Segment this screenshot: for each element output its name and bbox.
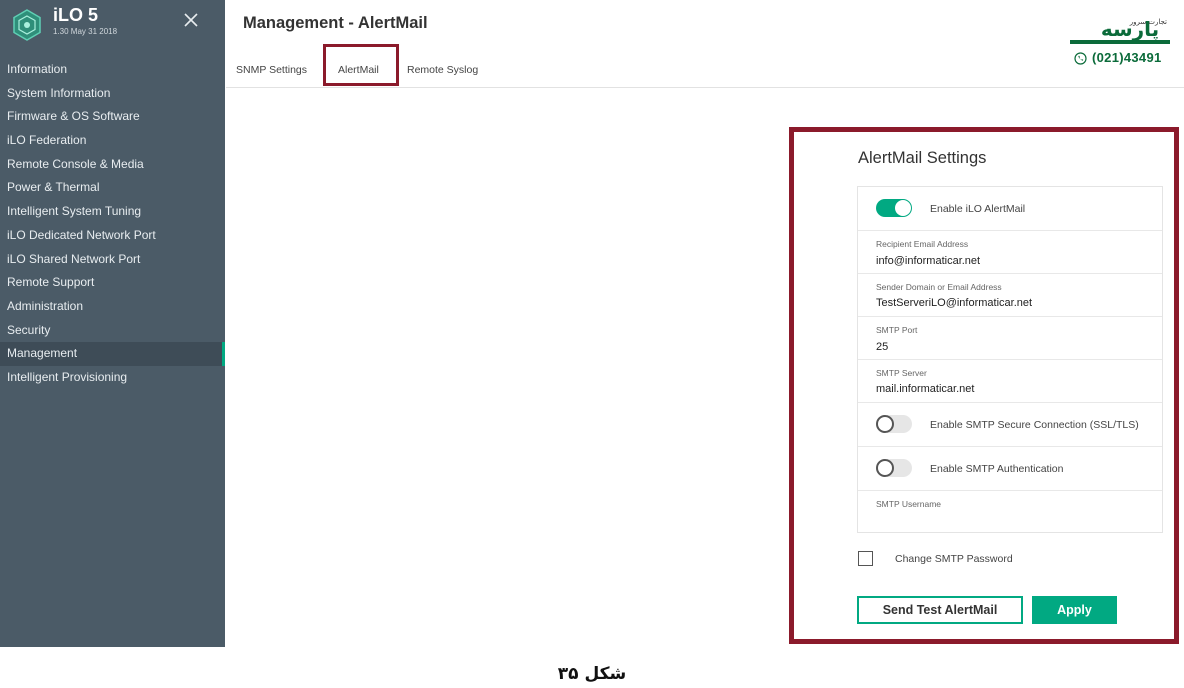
- recipient-email-field[interactable]: info@informaticar.net: [876, 255, 980, 267]
- enable-alertmail-toggle[interactable]: [876, 199, 912, 217]
- alertmail-settings-title: AlertMail Settings: [858, 149, 987, 167]
- smtp-port-field[interactable]: 25: [876, 341, 888, 353]
- sidebar-item-intelligent-system-tuning[interactable]: Intelligent System Tuning: [0, 200, 225, 224]
- smtp-username-field[interactable]: [876, 513, 1156, 527]
- divider: [858, 230, 1162, 231]
- divider: [858, 316, 1162, 317]
- recipient-email-label: Recipient Email Address: [876, 239, 969, 249]
- tab-remote-syslog[interactable]: Remote Syslog: [407, 64, 478, 76]
- sidebar-item-information[interactable]: Information: [0, 58, 225, 82]
- smtp-secure-connection-label: Enable SMTP Secure Connection (SSL/TLS): [930, 419, 1139, 431]
- sidebar-item-management[interactable]: Management: [0, 342, 225, 366]
- divider: [858, 273, 1162, 274]
- divider: [858, 490, 1162, 491]
- phone-icon: [1074, 52, 1087, 65]
- sender-domain-field[interactable]: TestServeriLO@informaticar.net: [876, 297, 1032, 309]
- sidebar-item-ilo-dedicated-network-port[interactable]: iLO Dedicated Network Port: [0, 224, 225, 248]
- tab-highlight-frame: [323, 44, 399, 86]
- close-icon[interactable]: [182, 11, 200, 29]
- parse-server-logo: پارسه تجارت سرور: [1070, 17, 1170, 44]
- divider: [858, 446, 1162, 447]
- ilo-logo-icon: [13, 9, 41, 41]
- smtp-authentication-toggle[interactable]: [876, 459, 912, 477]
- sidebar-item-system-information[interactable]: System Information: [0, 82, 225, 106]
- sidebar-item-administration[interactable]: Administration: [0, 295, 225, 319]
- smtp-server-label: SMTP Server: [876, 368, 927, 378]
- watermark-sub-text: تجارت سرور: [1129, 18, 1167, 26]
- sidebar-item-remote-support[interactable]: Remote Support: [0, 271, 225, 295]
- sidebar-item-ilo-shared-network-port[interactable]: iLO Shared Network Port: [0, 248, 225, 272]
- figure-caption: شکل ۳۵: [557, 664, 627, 684]
- send-test-alertmail-button[interactable]: Send Test AlertMail: [857, 596, 1023, 624]
- change-smtp-password-label: Change SMTP Password: [895, 553, 1013, 565]
- smtp-username-label: SMTP Username: [876, 499, 942, 509]
- sidebar: iLO 5 1.30 May 31 2018 Information Syste…: [0, 0, 225, 647]
- sidebar-item-firmware-os-software[interactable]: Firmware & OS Software: [0, 105, 225, 129]
- apply-button[interactable]: Apply: [1032, 596, 1117, 624]
- smtp-server-field[interactable]: mail.informaticar.net: [876, 383, 974, 395]
- sidebar-item-ilo-federation[interactable]: iLO Federation: [0, 129, 225, 153]
- enable-alertmail-label: Enable iLO AlertMail: [930, 203, 1026, 215]
- tab-snmp-settings[interactable]: SNMP Settings: [236, 64, 307, 76]
- sidebar-nav: Information System Information Firmware …: [0, 58, 225, 390]
- app-version: 1.30 May 31 2018: [53, 27, 118, 36]
- sidebar-item-intelligent-provisioning[interactable]: Intelligent Provisioning: [0, 366, 225, 390]
- sidebar-item-power-thermal[interactable]: Power & Thermal: [0, 176, 225, 200]
- sender-domain-label: Sender Domain or Email Address: [876, 282, 1002, 292]
- change-smtp-password-checkbox[interactable]: [858, 551, 873, 566]
- smtp-secure-connection-toggle[interactable]: [876, 415, 912, 433]
- sidebar-item-security[interactable]: Security: [0, 319, 225, 343]
- watermark-phone: (021)43491: [1092, 50, 1162, 65]
- app-name: iLO 5: [53, 5, 99, 25]
- smtp-port-label: SMTP Port: [876, 325, 918, 335]
- sidebar-item-remote-console-media[interactable]: Remote Console & Media: [0, 153, 225, 177]
- divider: [858, 359, 1162, 360]
- smtp-authentication-label: Enable SMTP Authentication: [930, 463, 1064, 475]
- divider: [858, 402, 1162, 403]
- page-title: Management - AlertMail: [243, 14, 428, 32]
